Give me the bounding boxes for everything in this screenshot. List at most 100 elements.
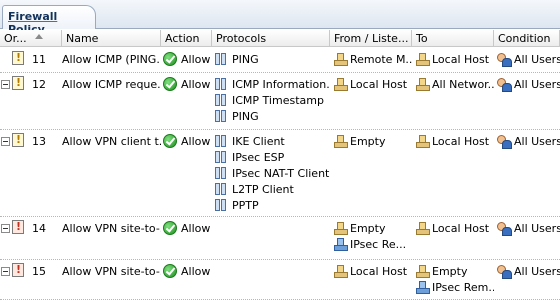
allow-icon [163, 221, 177, 235]
protocol-icon [214, 166, 228, 180]
from-label: IPsec Re... [350, 238, 407, 251]
protocol-label: ICMP Timestamp [232, 94, 324, 107]
protocol-label: IPsec ESP [232, 151, 285, 164]
protocol-label: PING [232, 53, 259, 66]
network-icon [332, 222, 348, 235]
collapse-toggle-icon[interactable] [1, 267, 10, 276]
network-icon [332, 265, 348, 278]
protocols-cell [214, 217, 330, 259]
to-label: Local Host [432, 222, 490, 235]
action-cell: Allow [163, 48, 212, 72]
users-icon [496, 77, 512, 92]
to-label: Local Host [432, 53, 490, 66]
from-label: Remote M... [350, 53, 412, 66]
rule-name: Allow VPN client t... [62, 135, 161, 148]
condition-label: All Users [514, 265, 560, 278]
from-cell: Local Host [332, 260, 412, 299]
column-header-to[interactable]: To [412, 30, 494, 47]
rule-row[interactable]: 11 Allow ICMP (PING... Allow PING Remote M..… [0, 48, 560, 73]
rule-order: 14 [32, 222, 46, 235]
action-label: Allow [181, 135, 211, 148]
allow-icon [163, 52, 177, 66]
column-header-name[interactable]: Name [62, 30, 161, 47]
protocol-icon [214, 134, 228, 148]
allow-icon [163, 264, 177, 278]
rule-row[interactable]: 13 Allow VPN client t... Allow IKE Client IP… [0, 130, 560, 217]
network-icon [414, 265, 430, 278]
network-icon [332, 53, 348, 66]
rule-order: 11 [32, 53, 46, 66]
from-cell: Empty [332, 130, 412, 216]
to-cell: Local Host [414, 130, 494, 216]
protocol-icon [214, 150, 228, 164]
order-cell: 14 [0, 217, 62, 259]
action-cell: Allow [163, 260, 212, 299]
network-icon [332, 78, 348, 91]
rule-icon [12, 263, 24, 277]
protocol-label: IKE Client [232, 135, 285, 148]
order-cell: 12 [0, 73, 62, 129]
users-icon [496, 52, 512, 67]
rule-icon [12, 220, 24, 234]
protocol-icon [214, 52, 228, 66]
from-label: Empty [350, 135, 386, 148]
condition-label: All Users [514, 53, 560, 66]
to-cell: Local Host [414, 48, 494, 72]
column-header-order[interactable]: Or... [0, 30, 62, 47]
from-cell: Empty IPsec Re... [332, 217, 412, 259]
from-label: Local Host [350, 78, 408, 91]
condition-cell: All Users [496, 130, 560, 216]
to-label: IPsec Rem... [432, 281, 494, 294]
collapse-toggle-icon[interactable] [1, 80, 10, 89]
from-cell: Remote M... [332, 48, 412, 72]
from-label: Local Host [350, 265, 408, 278]
column-header-protocols[interactable]: Protocols [212, 30, 330, 47]
rule-row[interactable]: 14 Allow VPN site-to-... Allow Empty IPsec R… [0, 217, 560, 260]
protocol-label: ICMP Information... [232, 78, 330, 91]
protocol-icon [214, 109, 228, 123]
column-header-row: Or... Name Action Protocols From / Liste… [0, 30, 560, 47]
from-cell: Local Host [332, 73, 412, 129]
allow-icon [163, 77, 177, 91]
column-label-order: Or... [4, 32, 27, 45]
protocol-label: IPsec NAT-T Client [232, 167, 330, 180]
ipsec-network-icon [414, 281, 430, 294]
condition-cell: All Users [496, 217, 560, 259]
condition-label: All Users [514, 135, 560, 148]
rule-order: 13 [32, 135, 46, 148]
action-label: Allow [181, 53, 211, 66]
condition-cell: All Users [496, 73, 560, 129]
collapse-toggle-icon[interactable] [1, 224, 10, 233]
rule-row[interactable]: 12Allow ICMP reque...AllowICMP Informati… [0, 73, 560, 130]
action-cell: Allow [163, 73, 212, 129]
to-label: Local Host [432, 135, 490, 148]
sort-ascending-icon [35, 34, 43, 39]
column-header-from[interactable]: From / Liste... [330, 30, 412, 47]
network-icon [414, 222, 430, 235]
action-cell: Allow [163, 130, 212, 216]
protocol-icon [214, 182, 228, 196]
condition-label: All Users [514, 222, 560, 235]
from-label: Empty [350, 222, 386, 235]
protocol-icon [214, 93, 228, 107]
rule-order: 15 [32, 265, 46, 278]
condition-cell: All Users [496, 48, 560, 72]
tab-bar: Firewall Policy [0, 0, 560, 36]
protocol-label: PPTP [232, 199, 259, 212]
to-cell: Local Host [414, 217, 494, 259]
column-header-condition[interactable]: Condition [494, 30, 560, 47]
column-header-action[interactable]: Action [161, 30, 212, 47]
protocol-icon [214, 77, 228, 91]
users-icon [496, 264, 512, 279]
network-icon [414, 53, 430, 66]
rule-name: Allow VPN site-to-... [62, 222, 161, 235]
protocol-label: L2TP Client [232, 183, 294, 196]
collapse-toggle-icon[interactable] [1, 137, 10, 146]
condition-cell: All Users [496, 260, 560, 299]
users-icon [496, 134, 512, 149]
allow-icon [163, 134, 177, 148]
tab-firewall-policy[interactable]: Firewall Policy [2, 5, 96, 36]
rule-row[interactable]: 15 Allow VPN site-to-... Allow Local Host Em… [0, 260, 560, 300]
order-cell: 13 [0, 130, 62, 216]
action-label: Allow [181, 222, 211, 235]
